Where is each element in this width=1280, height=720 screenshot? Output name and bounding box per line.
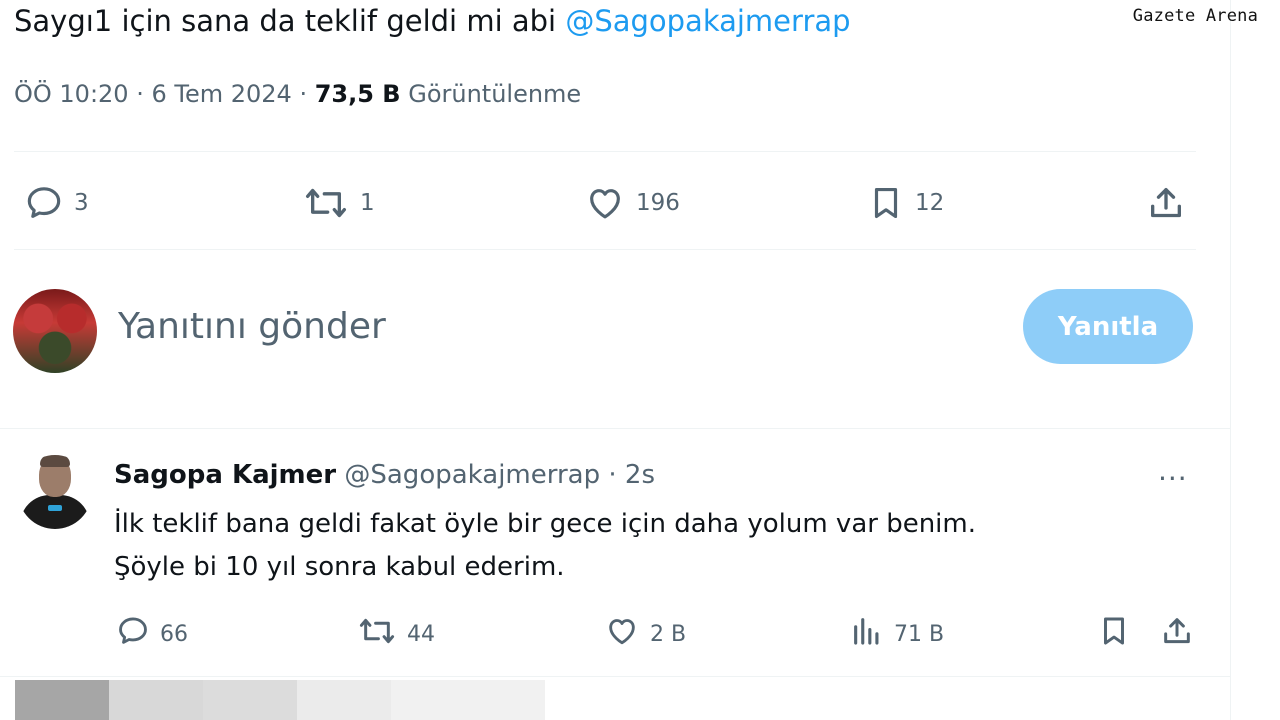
reply-retweet-count: 44: [407, 621, 435, 647]
reply-author-avatar[interactable]: [18, 455, 92, 529]
reply-dot: ·: [600, 460, 625, 490]
reply-text-line-1: İlk teklif bana geldi fakat öyle bir gec…: [114, 509, 976, 539]
divider-top: [14, 151, 1196, 152]
reply-count: 3: [74, 190, 89, 216]
bookmark-count: 12: [915, 190, 945, 216]
tweet-date[interactable]: 6 Tem 2024: [151, 80, 291, 108]
tweet-text-prefix: Saygı1 için sana da teklif geldi mi abi: [14, 4, 566, 38]
like-count: 196: [636, 190, 680, 216]
media-tile-3: [203, 680, 297, 720]
heart-icon: [584, 183, 626, 223]
comment-icon: [116, 614, 150, 654]
views-count: 73,5 B: [314, 80, 401, 108]
views-icon: [850, 614, 884, 654]
retweet-count: 1: [360, 190, 375, 216]
divider-actions: [14, 249, 1196, 250]
reply-views-count: 71 B: [894, 621, 945, 647]
divider-composer: [0, 428, 1230, 429]
bookmark-icon: [867, 183, 905, 223]
reply-like-count: 2 B: [650, 621, 687, 647]
tweet-time[interactable]: ÖÖ 10:20: [14, 80, 129, 108]
avatar-shirt: [20, 495, 90, 529]
watermark: Gazete Arena: [1132, 6, 1258, 26]
tweet-meta: ÖÖ 10:20 · 6 Tem 2024 · 73,5 B Görüntüle…: [14, 80, 581, 108]
reply-text: İlk teklif bana geldi fakat öyle bir gec…: [114, 503, 976, 589]
retweet-icon: [357, 614, 397, 654]
reply-reply-action[interactable]: 66: [116, 614, 188, 654]
reply-views-action[interactable]: 71 B: [850, 614, 944, 654]
divider-bottom: [0, 676, 1230, 677]
views-label: Görüntülenme: [408, 80, 582, 108]
column-border: [1230, 0, 1231, 720]
reply-header: Sagopa Kajmer @Sagopakajmerrap · 2s: [114, 460, 655, 490]
retweet-icon: [302, 183, 350, 223]
media-tile-2: [109, 680, 203, 720]
media-tile-1: [15, 680, 109, 720]
retweet-action[interactable]: 1: [302, 183, 375, 223]
more-icon[interactable]: ···: [1158, 462, 1188, 495]
reply-author-handle[interactable]: @Sagopakajmerrap: [344, 460, 600, 490]
reply-like-action[interactable]: 2 B: [604, 614, 686, 654]
reply-author-name[interactable]: Sagopa Kajmer: [114, 460, 336, 490]
share-button[interactable]: [1146, 183, 1186, 223]
reply-share-button[interactable]: [1160, 614, 1194, 654]
reply-bookmark-button[interactable]: [1097, 614, 1131, 654]
avatar-logo: [48, 505, 62, 511]
reply-time[interactable]: 2s: [625, 460, 655, 490]
next-item-media[interactable]: [15, 680, 545, 720]
reply-action[interactable]: 3: [24, 183, 89, 223]
reply-text-line-2: Şöyle bi 10 yıl sonra kabul ederim.: [114, 552, 565, 582]
bookmark-icon: [1097, 614, 1131, 654]
media-tile-4: [297, 680, 391, 720]
reply-input[interactable]: Yanıtını gönder: [118, 306, 386, 347]
tweet-mention-link[interactable]: @Sagopakajmerrap: [565, 4, 850, 38]
tweet-text: Saygı1 için sana da teklif geldi mi abi …: [14, 0, 851, 42]
share-icon: [1146, 183, 1186, 223]
avatar-hair: [40, 455, 70, 467]
reply-retweet-action[interactable]: 44: [357, 614, 435, 654]
media-tile-5: [391, 680, 545, 720]
current-user-avatar[interactable]: [13, 289, 97, 373]
reply-submit-button[interactable]: Yanıtla: [1023, 289, 1193, 364]
bookmark-action[interactable]: 12: [867, 183, 944, 223]
meta-sep-2: ·: [291, 80, 315, 108]
meta-sep-1: ·: [128, 80, 152, 108]
like-action[interactable]: 196: [584, 183, 680, 223]
heart-icon: [604, 614, 640, 654]
comment-icon: [24, 183, 64, 223]
share-icon: [1160, 614, 1194, 654]
reply-reply-count: 66: [160, 621, 188, 647]
